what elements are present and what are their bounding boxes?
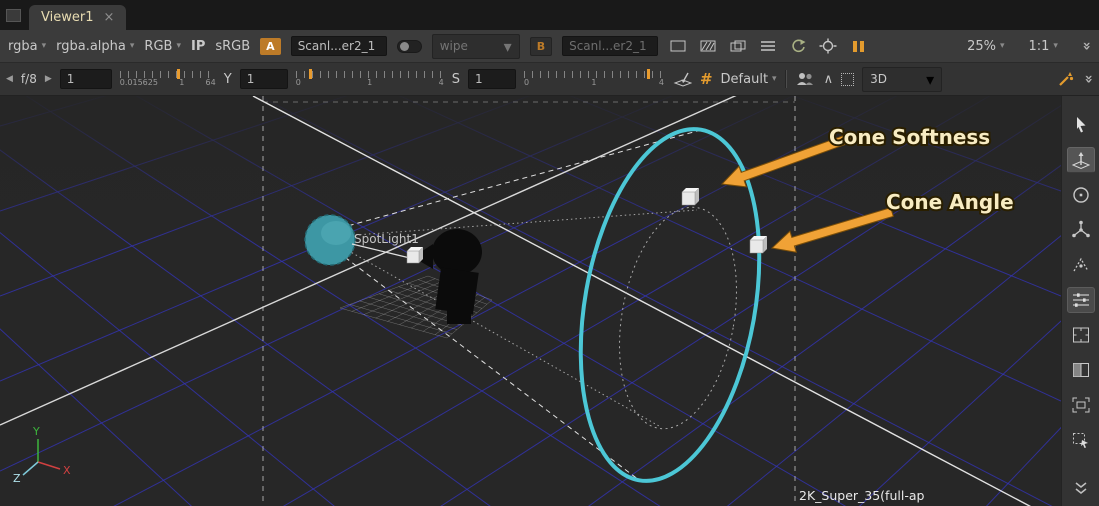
translate-tool-icon[interactable] — [1067, 147, 1095, 173]
gamma-label: Y — [224, 72, 232, 87]
split-view-icon[interactable] — [1067, 357, 1095, 383]
alpha-channel-dropdown[interactable]: rgba.alpha▾ — [56, 39, 134, 54]
input-a-badge[interactable]: A — [260, 38, 281, 55]
lut-dropdown[interactable]: Default▾ — [721, 72, 777, 87]
prev-icon[interactable]: ◀ — [6, 74, 13, 84]
gamma-input[interactable]: 1 — [240, 69, 288, 89]
collapse-toolbar-chevrons-icon[interactable]: » — [1080, 74, 1096, 83]
tab-title: Viewer1 — [41, 10, 93, 25]
annotation-cone-angle: Cone Angle — [886, 190, 1014, 214]
display-channel-dropdown[interactable]: RGB▾ — [144, 39, 181, 54]
wipe-dropdown[interactable]: wipe ▾ — [432, 34, 520, 59]
horizon-fade — [0, 96, 1061, 241]
next-icon[interactable]: ▶ — [45, 74, 52, 84]
color-sampler-icon[interactable] — [1056, 69, 1076, 89]
gain-slider-handle[interactable] — [177, 69, 180, 79]
region-zoom-icon[interactable] — [1067, 427, 1095, 453]
input-b-field[interactable]: Scanl...er2_1 — [562, 36, 658, 56]
chevron-down-icon: ▾ — [504, 37, 512, 56]
pivot-tool-icon[interactable] — [1067, 217, 1095, 243]
svg-text:X: X — [63, 464, 71, 477]
spotlight-sphere[interactable] — [305, 215, 355, 265]
zoom-dropdown[interactable]: 25%▾ — [967, 39, 1004, 54]
manipulator-cube-angle[interactable] — [750, 236, 767, 253]
svg-text:Y: Y — [32, 425, 40, 438]
aperture-label[interactable]: f/8 — [21, 72, 37, 86]
chevron-down-icon: ▾ — [1053, 41, 1058, 51]
wipe-mix-toggle[interactable] — [397, 40, 422, 53]
main-area: SpotLight1 — [0, 96, 1099, 506]
tab-bar: Viewer1 × — [0, 0, 1099, 30]
input-process-button[interactable]: IP — [191, 39, 205, 54]
close-tab-icon[interactable]: × — [103, 11, 114, 24]
svg-text:Z: Z — [13, 472, 21, 485]
3d-viewport-canvas[interactable]: SpotLight1 — [0, 96, 1061, 506]
viewer-toolbar-top: rgba▾ rgba.alpha▾ RGB▾ IP sRGB A Scanl..… — [0, 30, 1099, 63]
saturation-slider-handle[interactable] — [647, 69, 650, 79]
spotlight-label: SpotLight1 — [354, 232, 419, 246]
curve-tool-icon[interactable]: ∧ — [824, 72, 834, 87]
more-tools-chevrons-icon[interactable] — [1067, 476, 1095, 502]
manipulator-cube-softness[interactable] — [682, 188, 699, 205]
cursor-tool-icon[interactable] — [1067, 112, 1095, 138]
divider — [785, 70, 786, 88]
tab-viewer1[interactable]: Viewer1 × — [29, 5, 126, 30]
pane-menu-icon[interactable] — [6, 9, 21, 22]
manipulator-cube-camera[interactable] — [407, 247, 423, 263]
chevron-down-icon: ▾ — [772, 74, 777, 84]
chevron-down-icon: ▾ — [926, 70, 934, 89]
roi-icon[interactable] — [668, 36, 688, 56]
skew-tool-icon[interactable] — [1067, 252, 1095, 278]
lookat-icon[interactable] — [672, 69, 692, 89]
gamma-slider-handle[interactable] — [309, 69, 312, 79]
snap-grid-icon[interactable]: # — [700, 70, 713, 88]
saturation-label: S — [452, 72, 460, 87]
rotate-tool-icon[interactable] — [1067, 182, 1095, 208]
annotation-cone-softness: Cone Softness — [829, 125, 990, 149]
overlay-frames-icon[interactable] — [728, 36, 748, 56]
collapse-toolbar-chevrons-icon[interactable]: » — [1078, 41, 1094, 50]
fit-frame-icon[interactable] — [1067, 392, 1095, 418]
view-dimension-dropdown[interactable]: 3D ▾ — [862, 67, 942, 92]
frame-grid-icon[interactable] — [1067, 322, 1095, 348]
layout-sliders-icon[interactable] — [1067, 287, 1095, 313]
crosshair-icon[interactable] — [818, 36, 838, 56]
gain-input[interactable]: 1 — [60, 69, 112, 89]
refresh-icon[interactable] — [788, 36, 808, 56]
saturation-input[interactable]: 1 — [468, 69, 516, 89]
viewer-tool-sidebar — [1061, 96, 1099, 506]
proxy-stripes-icon[interactable] — [698, 36, 718, 56]
chevron-down-icon: ▾ — [176, 41, 181, 51]
gain-slider[interactable]: 0.015625164 — [120, 67, 216, 91]
input-b-badge[interactable]: B — [530, 37, 552, 56]
viewer-toolbar-gain: ◀ f/8 ▶ 1 0.015625164 Y 1 014 S 1 014 — [0, 63, 1099, 96]
saturation-slider[interactable]: 014 — [524, 67, 664, 91]
menu-icon[interactable] — [758, 36, 778, 56]
gamma-slider[interactable]: 014 — [296, 67, 444, 91]
colorspace-dropdown[interactable]: sRGB — [215, 39, 250, 54]
input-a-field[interactable]: Scanl...er2_1 — [291, 36, 387, 56]
channels-dropdown[interactable]: rgba▾ — [8, 39, 46, 54]
stereo-views-icon[interactable] — [794, 69, 816, 89]
nuke-viewer-window: Viewer1 × rgba▾ rgba.alpha▾ RGB▾ IP sRGB… — [0, 0, 1099, 506]
pixel-aspect-dropdown[interactable]: 1:1▾ — [1029, 39, 1058, 54]
pause-icon[interactable] — [848, 36, 868, 56]
selection-marquee-icon[interactable] — [841, 73, 854, 86]
chevron-down-icon: ▾ — [42, 41, 47, 51]
chevron-down-icon: ▾ — [130, 41, 135, 51]
format-label: 2K_Super_35(full-ap — [799, 488, 924, 503]
3d-viewport[interactable]: SpotLight1 — [0, 96, 1061, 506]
chevron-down-icon: ▾ — [1000, 41, 1005, 51]
